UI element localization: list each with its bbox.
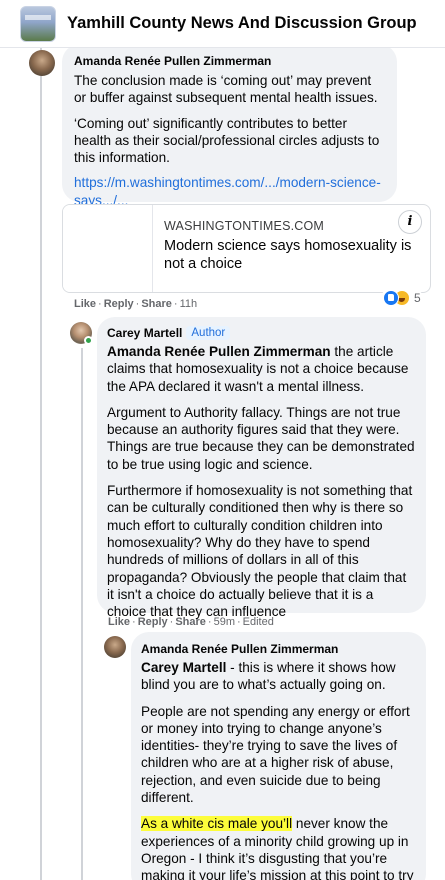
like-button[interactable]: Like: [108, 616, 130, 628]
share-button[interactable]: Share: [141, 298, 172, 310]
comment-paragraph: Furthermore if homosexuality is not some…: [107, 483, 413, 620]
comment-author[interactable]: Amanda Renée Pullen Zimmerman: [141, 642, 338, 656]
comment-author[interactable]: Carey Martell: [107, 326, 182, 340]
link-preview-image: [63, 205, 153, 292]
share-button[interactable]: Share: [175, 616, 206, 628]
group-header: Yamhill County News And Discussion Group: [0, 0, 445, 48]
comment-actions: Like · Reply · Share · 59m · Edited: [108, 616, 274, 628]
like-reaction-icon: [383, 290, 399, 306]
comment-text: Amanda Renée Pullen Zimmerman the articl…: [107, 343, 416, 620]
mention-link[interactable]: Carey Martell: [141, 660, 226, 675]
reply-button[interactable]: Reply: [104, 298, 134, 310]
info-icon[interactable]: i: [398, 210, 422, 234]
online-status-indicator: [84, 336, 93, 345]
comment-timestamp[interactable]: 11h: [180, 298, 198, 310]
avatar[interactable]: [29, 50, 55, 76]
like-button[interactable]: Like: [74, 298, 96, 310]
reply-button[interactable]: Reply: [138, 616, 168, 628]
link-preview-title: Modern science says homosexuality is not…: [164, 238, 412, 272]
group-cover-thumbnail[interactable]: [20, 5, 56, 42]
comment-bubble: Amanda Renée Pullen Zimmerman The conclu…: [62, 44, 397, 208]
comment-author[interactable]: Amanda Renée Pullen Zimmerman: [74, 54, 271, 68]
comment-paragraph: The conclusion made is ‘coming out’ may …: [74, 73, 378, 106]
avatar[interactable]: [104, 636, 126, 658]
comment-text: Carey Martell - this is where it shows h…: [141, 659, 416, 880]
edited-label[interactable]: Edited: [243, 616, 274, 628]
comment-timestamp[interactable]: 59m: [214, 616, 235, 628]
thread-line-reply: [81, 348, 83, 880]
highlighted-text: As a white cis male you’ll: [141, 816, 293, 832]
comment-paragraph: People are not spending any energy or ef…: [141, 703, 410, 806]
comment-paragraph: ‘Coming out’ significantly contributes t…: [74, 115, 380, 166]
reaction-count: 5: [414, 291, 421, 305]
comment-actions: Like · Reply · Share · 11h: [74, 298, 198, 310]
comment-bubble: Amanda Renée Pullen Zimmerman Carey Mart…: [131, 632, 426, 880]
reaction-summary[interactable]: 5: [381, 289, 423, 307]
link-preview-domain: WASHINGTONTIMES.COM: [164, 219, 325, 233]
comment-bubble: Carey Martell Author Amanda Renée Pullen …: [97, 317, 426, 619]
group-title[interactable]: Yamhill County News And Discussion Group: [67, 14, 417, 33]
mention-link[interactable]: Amanda Renée Pullen Zimmerman: [107, 344, 331, 359]
author-badge: Author: [186, 326, 231, 340]
comment-paragraph: Argument to Authority fallacy. Things ar…: [107, 404, 415, 472]
link-preview-card[interactable]: WASHINGTONTIMES.COM Modern science says …: [62, 204, 431, 293]
comment-text: The conclusion made is ‘coming out’ may …: [74, 72, 385, 209]
thread-line-main: [40, 48, 42, 880]
